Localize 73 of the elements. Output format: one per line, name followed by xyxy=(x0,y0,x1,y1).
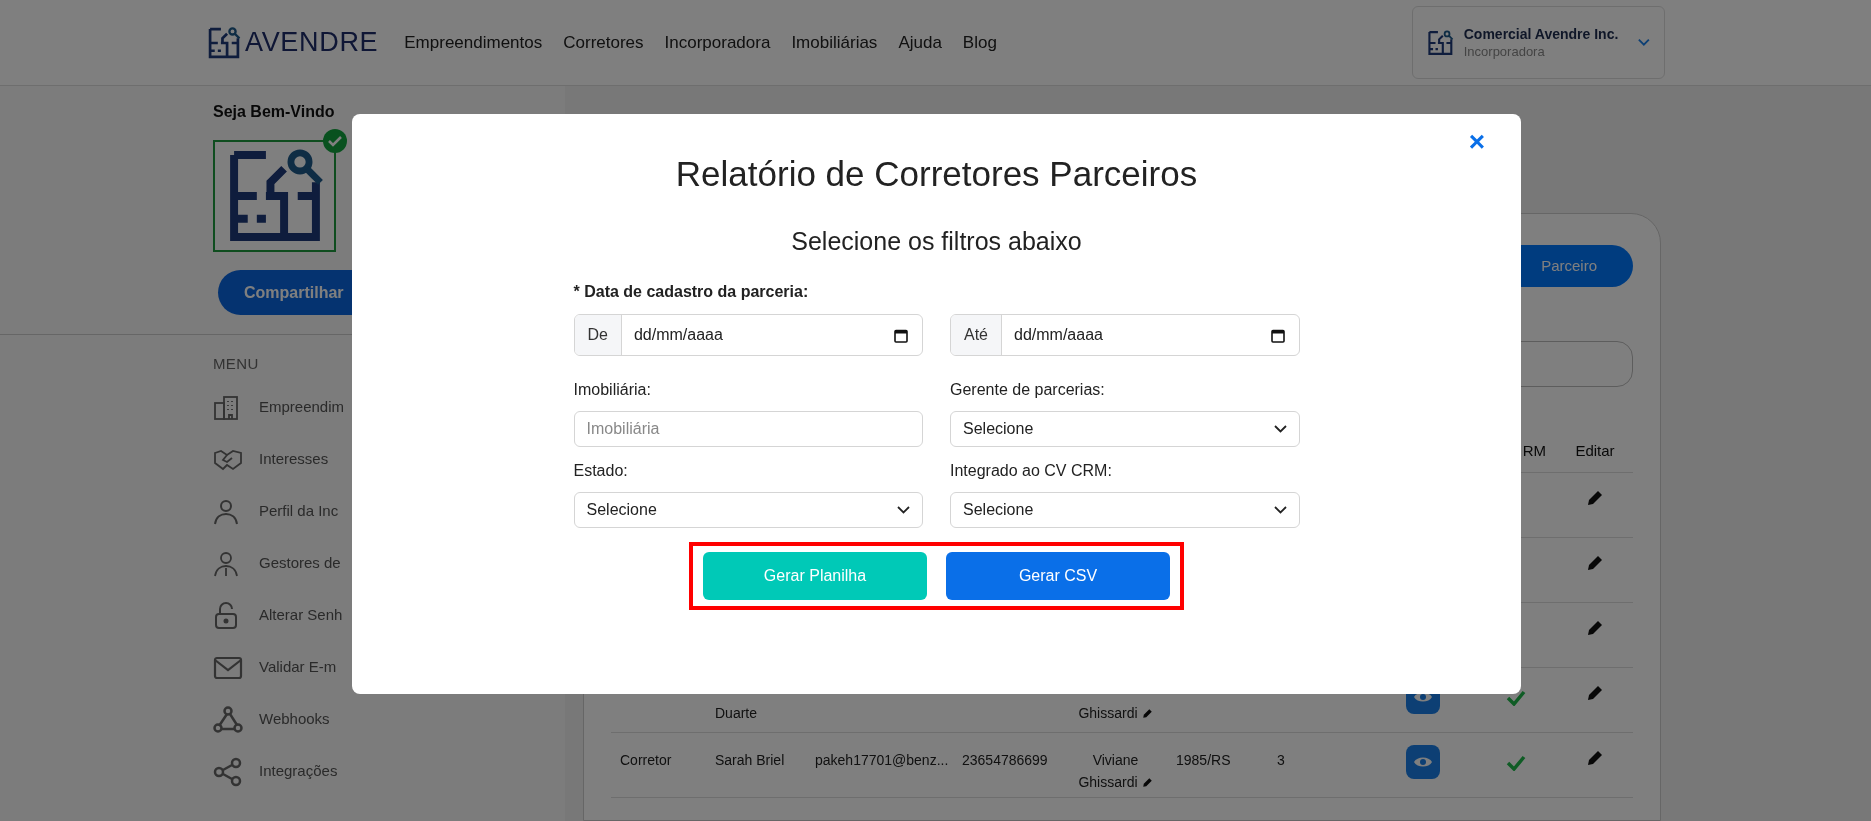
nav-link[interactable]: Ajuda xyxy=(898,29,942,56)
field-label: Gerente de parcerias: xyxy=(950,380,1106,400)
table-cell-text: Viviane xyxy=(1092,751,1139,770)
input-field[interactable]: Imobiliária xyxy=(573,411,923,447)
date-field[interactable]: Até dd/mm/aaaa xyxy=(950,314,1300,356)
chevron-down-icon xyxy=(1273,506,1287,514)
account-role: Incorporadora xyxy=(1463,42,1546,61)
select-field[interactable]: Selecione xyxy=(950,492,1300,528)
field-label: Imobiliária: xyxy=(573,380,652,400)
envelope-icon xyxy=(213,655,243,680)
person-icon xyxy=(213,550,239,577)
nav-link[interactable]: Incorporadora xyxy=(664,29,771,56)
field-label: Integrado ao CV CRM: xyxy=(950,461,1113,481)
field-label: Estado: xyxy=(573,461,629,481)
close-button[interactable]: × xyxy=(1468,128,1485,156)
pencil-icon[interactable] xyxy=(1141,707,1153,719)
chevron-down-icon xyxy=(1273,425,1287,433)
calendar-icon xyxy=(894,327,908,343)
chevron-down-icon xyxy=(897,506,910,514)
menu-item[interactable]: Integrações xyxy=(259,760,338,783)
webhook-icon xyxy=(213,705,243,734)
logo-icon xyxy=(207,25,241,60)
input-addon: Até xyxy=(951,315,1002,355)
chevron-down-icon xyxy=(1638,38,1650,47)
table-cell: 23654786699 xyxy=(962,752,1048,768)
calendar-icon xyxy=(1270,327,1285,343)
table-cell-text: Ghissardi xyxy=(1078,773,1138,792)
nav-link[interactable]: Blog xyxy=(962,29,997,56)
pencil-icon[interactable] xyxy=(1586,554,1604,572)
menu-item[interactable]: Empreendim xyxy=(259,396,345,419)
column-header: RM xyxy=(1522,441,1546,459)
column-header: Editar xyxy=(1575,441,1615,459)
pencil-icon[interactable] xyxy=(1586,489,1604,507)
table-cell: 3 xyxy=(1277,752,1285,768)
date-placeholder: dd/mm/aaaa xyxy=(1014,325,1103,345)
menu-item[interactable]: Webhooks xyxy=(259,708,330,731)
date-field[interactable]: De dd/mm/aaaa xyxy=(573,314,923,356)
date-placeholder: dd/mm/aaaa xyxy=(633,325,723,345)
lock-icon xyxy=(213,601,239,630)
table-cell: Sarah Briel xyxy=(715,752,785,768)
welcome-text: Seja Bem-Vindo xyxy=(213,102,336,122)
pencil-icon[interactable] xyxy=(1141,776,1153,788)
menu-item[interactable]: Gestores de xyxy=(259,552,341,575)
table-cell: Corretor xyxy=(620,752,672,768)
menu-item[interactable]: Alterar Senh xyxy=(259,604,343,627)
dialog-subtitle: Selecione os filtros abaixo xyxy=(791,225,1082,257)
table-cell: pakeh17701@benz... xyxy=(815,752,949,768)
nav-link[interactable]: Imobiliárias xyxy=(791,29,878,56)
nav-link[interactable]: Corretores xyxy=(563,29,644,56)
select-field[interactable]: Selecione xyxy=(573,492,923,528)
logo-text[interactable]: AVENDRE xyxy=(245,22,379,63)
nav-link[interactable]: Empreendimentos xyxy=(404,29,543,56)
pencil-icon[interactable] xyxy=(1586,749,1604,767)
account-name: Comercial Avendre Inc. xyxy=(1463,24,1619,43)
menu-item[interactable]: Interesses xyxy=(259,448,329,471)
menu-item[interactable]: Perfil da Inc xyxy=(259,500,339,523)
field-label: * Data de cadastro da parceria: xyxy=(573,282,809,302)
menu-heading: MENU xyxy=(213,354,260,374)
table-cell: Duarte xyxy=(715,705,758,721)
dialog-title: Relatório de Corretores Parceiros xyxy=(675,153,1198,195)
pencil-icon[interactable] xyxy=(1586,684,1604,702)
generate-button[interactable]: Gerar CSV xyxy=(946,552,1170,600)
share-icon xyxy=(213,756,243,787)
table-cell: 1985/RS xyxy=(1176,752,1231,768)
select-field[interactable]: Selecione xyxy=(950,411,1300,447)
eye-icon xyxy=(1413,755,1433,769)
pencil-icon[interactable] xyxy=(1586,619,1604,637)
person-icon xyxy=(213,498,239,525)
table-cell-text: Ghissardi xyxy=(1078,704,1138,723)
input-addon: De xyxy=(574,315,622,355)
account-switcher[interactable]: Comercial Avendre Inc. Incorporadora xyxy=(1412,6,1665,79)
building-icon xyxy=(213,394,239,421)
menu-item[interactable]: Validar E-m xyxy=(259,656,337,679)
